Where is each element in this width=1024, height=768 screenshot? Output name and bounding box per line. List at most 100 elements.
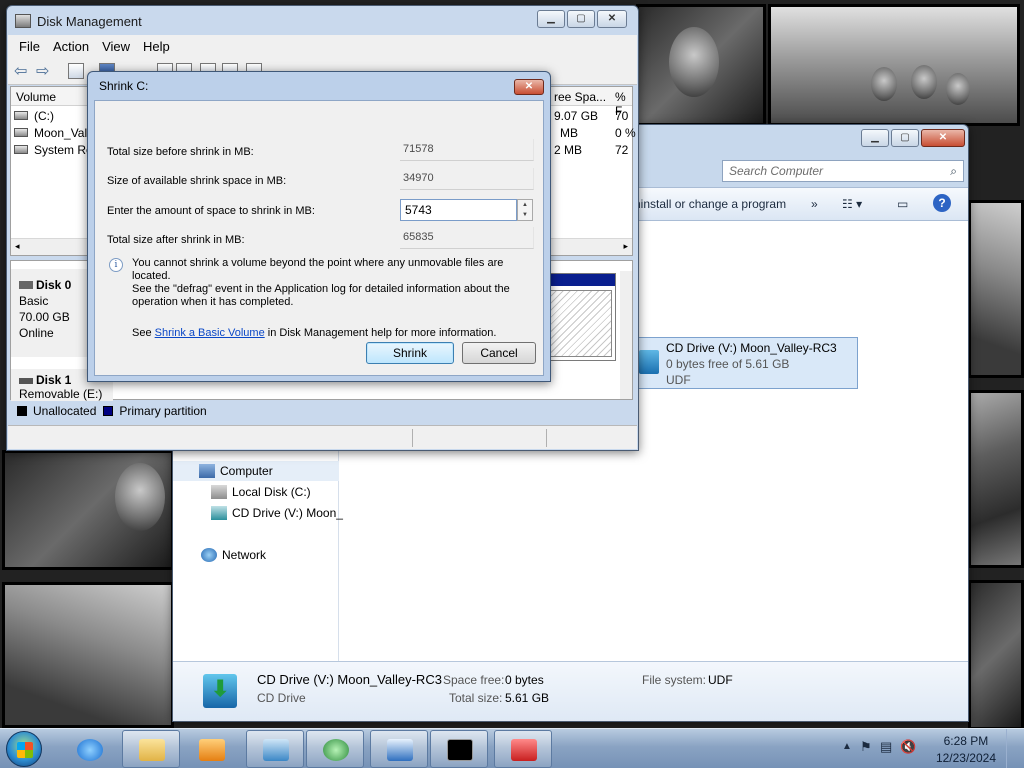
taskbar-command-prompt[interactable] — [430, 730, 488, 768]
close-button[interactable]: ✕ — [921, 129, 965, 147]
volume-pct: 70 — [615, 109, 629, 123]
column-volume[interactable]: Volume — [16, 90, 56, 104]
volume-pct: 72 — [615, 143, 629, 157]
wallpaper-photo — [636, 4, 766, 126]
partition-legend: Unallocated Primary partition — [10, 401, 633, 421]
nav-item-computer[interactable]: Computer — [173, 461, 339, 481]
wallpaper-photo — [768, 4, 1020, 126]
menu-file[interactable]: File — [19, 39, 40, 54]
help-prefix: See — [132, 327, 152, 339]
back-arrow-icon[interactable]: ⇦ — [14, 61, 27, 81]
search-placeholder: Search Computer — [729, 164, 824, 178]
nav-item-cd-drive[interactable]: CD Drive (V:) Moon_ — [211, 503, 343, 523]
start-button[interactable] — [6, 731, 42, 767]
network-tray-icon[interactable]: ▤ — [880, 739, 892, 755]
cancel-button[interactable]: Cancel — [462, 342, 536, 364]
wallpaper-photo — [2, 582, 174, 728]
nav-label: Computer — [220, 464, 273, 478]
search-input[interactable]: Search Computer ⌕ — [722, 160, 964, 182]
transfer-icon — [387, 739, 413, 761]
help-icon[interactable]: ? — [933, 194, 951, 212]
forward-arrow-icon[interactable]: ⇨ — [36, 61, 49, 81]
cd-drive-tile[interactable]: CD Drive (V:) Moon_Valley-RC3 0 bytes fr… — [632, 337, 858, 389]
uninstall-program-button[interactable]: ninstall or change a program — [634, 197, 786, 211]
maximize-button[interactable]: ▢ — [567, 10, 595, 28]
details-pane: ⬇ CD Drive (V:) Moon_Valley-RC3 CD Drive… — [173, 661, 968, 721]
info-icon: i — [109, 258, 123, 272]
taskbar-media-player[interactable] — [182, 730, 240, 768]
dialog-title: Shrink C: — [99, 79, 149, 93]
legend-primary: Primary partition — [119, 404, 207, 418]
space-free-value: 0 bytes — [505, 673, 544, 687]
dialog-body: Total size before shrink in MB: 71578 Si… — [94, 100, 544, 376]
show-desktop-button[interactable] — [1006, 729, 1018, 768]
menu-action[interactable]: Action — [53, 39, 89, 54]
scroll-left-icon[interactable]: ◂ — [15, 241, 20, 252]
volume-name: (C:) — [34, 109, 54, 123]
more-commands-button[interactable]: » — [811, 197, 818, 211]
total-before-label: Total size before shrink in MB: — [107, 146, 254, 158]
nav-item-network[interactable]: Network — [201, 545, 266, 565]
shrink-amount-label: Enter the amount of space to shrink in M… — [107, 205, 315, 217]
spin-up-icon[interactable]: ▲ — [518, 200, 532, 210]
nav-label: Network — [222, 548, 267, 562]
window-title: Disk Management — [37, 13, 142, 29]
tile-fs: UDF — [666, 373, 691, 387]
info-line: See the "defrag" event in the Applicatio… — [132, 283, 510, 295]
close-button[interactable]: ✕ — [597, 10, 627, 28]
disk-icon — [19, 281, 33, 289]
taskbar-remote-app[interactable] — [370, 730, 428, 768]
nav-item-local-disk[interactable]: Local Disk (C:) — [211, 482, 311, 502]
computer-icon — [199, 464, 215, 478]
download-arrow-icon: ⬇ — [211, 676, 230, 701]
details-name: CD Drive (V:) Moon_Valley-RC3 — [257, 672, 442, 687]
wallpaper-photo — [968, 200, 1024, 378]
shrink-amount-stepper[interactable]: ▲ ▼ — [517, 199, 533, 221]
change-view-icon[interactable]: ☷ ▾ — [842, 197, 862, 211]
info-line: You cannot shrink a volume beyond the po… — [132, 257, 504, 282]
scroll-right-icon[interactable]: ▸ — [623, 241, 628, 252]
vertical-scrollbar[interactable] — [620, 271, 632, 399]
file-system-value: UDF — [708, 673, 733, 687]
internet-explorer-icon — [77, 739, 103, 761]
shrink-amount-input[interactable] — [400, 199, 517, 221]
action-center-flag-icon[interactable]: ⚑ — [860, 739, 872, 755]
taskbar-disk-management[interactable] — [246, 730, 304, 768]
maximize-button[interactable]: ▢ — [891, 129, 919, 147]
volume-icon — [14, 128, 28, 137]
column-free-space[interactable]: ree Spa... — [554, 90, 606, 104]
tile-free: 0 bytes free of 5.61 GB — [666, 357, 790, 371]
help-link[interactable]: Shrink a Basic Volume — [155, 327, 265, 339]
volume-icon — [14, 145, 28, 154]
drive-icon — [211, 485, 227, 499]
volume-free: 9.07 GB — [554, 109, 599, 123]
minimize-button[interactable]: ▁ — [537, 10, 565, 28]
preview-pane-icon[interactable]: ▭ — [897, 197, 908, 211]
minimize-button[interactable]: ▁ — [861, 129, 889, 147]
taskbar-explorer[interactable] — [122, 730, 180, 768]
shrink-button[interactable]: Shrink — [366, 342, 454, 364]
available-space-label: Size of available shrink space in MB: — [107, 175, 287, 187]
taskbar-internet-explorer[interactable] — [60, 730, 118, 768]
search-icon[interactable]: ⌕ — [950, 164, 957, 179]
spin-down-icon[interactable]: ▼ — [518, 210, 532, 220]
console-tree-icon[interactable] — [68, 63, 84, 79]
globe-icon — [323, 739, 349, 761]
menu-view[interactable]: View — [102, 39, 130, 54]
close-button[interactable]: ✕ — [514, 79, 544, 95]
volume-muted-icon[interactable]: 🔇 — [900, 739, 916, 755]
dialog-controls: ✕ — [512, 79, 544, 95]
show-hidden-icons[interactable]: ▲ — [842, 741, 852, 752]
menu-bar: File Action View Help — [8, 35, 637, 57]
disk-name: Disk 0 — [36, 278, 72, 292]
volume-pct: 0 % — [615, 126, 636, 140]
taskbar-toolbox[interactable] — [494, 730, 552, 768]
taskbar-browser[interactable] — [306, 730, 364, 768]
toolbox-icon — [511, 739, 537, 761]
clock[interactable]: 6:28 PM 12/23/2024 — [936, 733, 996, 767]
menu-help[interactable]: Help — [143, 39, 170, 54]
status-divider — [412, 429, 413, 447]
wallpaper-photo — [968, 390, 1024, 568]
clock-time: 6:28 PM — [943, 734, 989, 748]
info-line: operation when it has completed. — [132, 296, 294, 308]
